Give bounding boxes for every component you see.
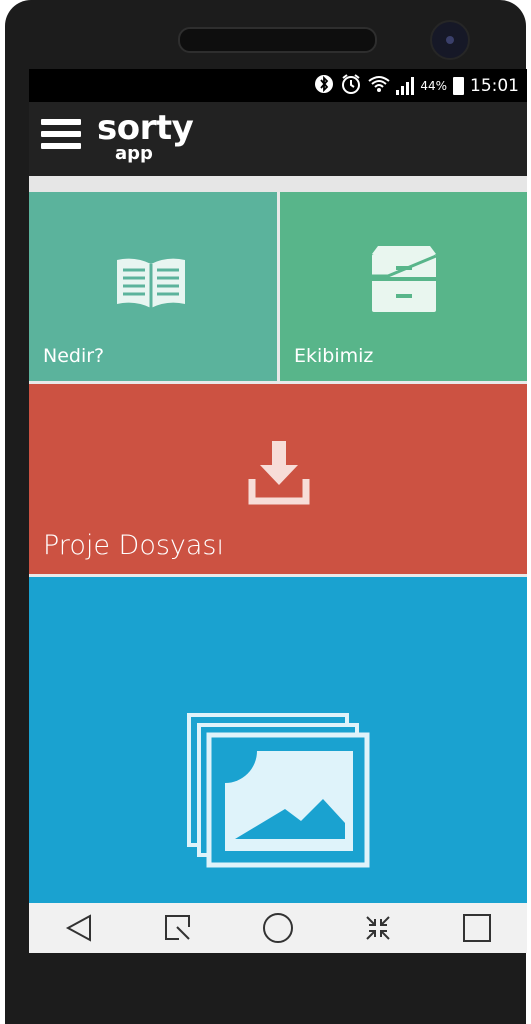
earpiece-speaker [178,27,377,53]
battery-icon [453,76,464,95]
tile-nedir[interactable]: Nedir? [29,192,277,381]
download-icon [248,441,310,505]
alarm-icon [340,73,362,99]
phone-frame: 44% 15:01 sorty app Nedir? Ekibimiz Proj… [5,0,527,1024]
back-icon[interactable] [59,908,99,948]
tile-label-nedir: Nedir? [43,345,105,367]
app-bar: sorty app [29,102,527,176]
file-cabinet-icon [372,246,437,312]
tile-ekibimiz[interactable]: Ekibimiz [280,192,527,381]
tile-label-proje-dosyasi: Proje Dosyası [43,530,224,561]
quickmemo-icon[interactable] [158,908,198,948]
open-book-icon [117,258,185,308]
app-logo: sorty app [97,108,194,164]
front-camera [430,20,470,60]
image-gallery-icon [187,713,370,868]
system-nav-bar [29,903,527,953]
bluetooth-icon [314,74,334,98]
recent-apps-icon[interactable] [457,908,497,948]
tile-gallery[interactable] [29,577,527,903]
battery-percent: 44% [420,78,447,93]
screen: 44% 15:01 sorty app Nedir? Ekibimiz Proj… [29,69,527,953]
wifi-icon [368,75,390,97]
tile-label-ekibimiz: Ekibimiz [294,345,374,367]
logo-text-main: sorty [97,108,194,148]
signal-icon [396,76,415,95]
tile-proje-dosyasi[interactable]: Proje Dosyası [29,384,527,574]
hamburger-menu-icon[interactable] [41,119,81,155]
dual-window-icon[interactable] [358,908,398,948]
logo-text-sub: app [115,143,153,164]
home-icon[interactable] [258,908,298,948]
header-divider [29,176,527,192]
clock: 15:01 [470,75,519,96]
status-bar: 44% 15:01 [29,69,527,102]
